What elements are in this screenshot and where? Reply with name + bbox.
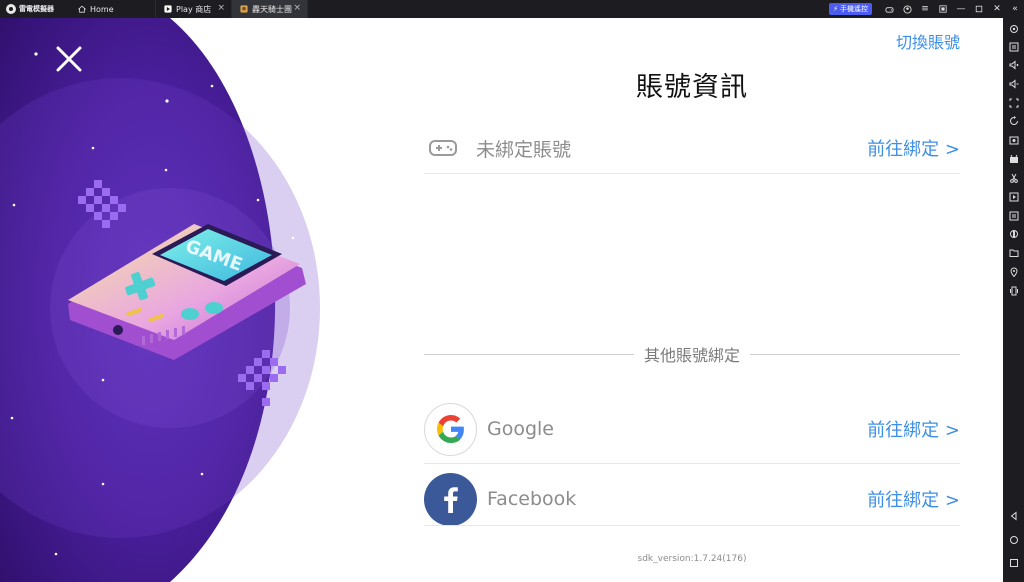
record-icon[interactable] [1007, 133, 1020, 146]
game-screen: GAME 切換賬號 賬號資訊 未綁定賬號 前往綁定 > 其他賬號綁定 Googl… [0, 18, 1003, 582]
folder-icon[interactable] [1007, 246, 1020, 259]
shake-icon[interactable] [1007, 284, 1020, 297]
phone-remote-button[interactable]: ⚡ 手機遙控 [829, 3, 872, 15]
tab-play-store[interactable]: Play 商店 × [156, 0, 232, 18]
provider-name: Google [487, 418, 555, 440]
pin-window-icon[interactable] [934, 0, 952, 18]
cut-icon[interactable] [1007, 171, 1020, 184]
sync-icon[interactable] [1007, 209, 1020, 222]
multi-instance-icon[interactable] [1007, 227, 1020, 240]
google-icon [424, 402, 477, 456]
divider [750, 353, 961, 355]
facebook-bind-link[interactable]: 前往綁定 > [867, 486, 960, 512]
window-controls: ⚡ 手機遙控 ≡ — ✕ « [829, 0, 1024, 18]
close-window-icon[interactable]: ✕ [988, 0, 1006, 18]
bind-account-link[interactable]: 前往綁定 > [867, 135, 960, 161]
location-icon[interactable] [1007, 265, 1020, 278]
tab-game[interactable]: 轟天騎士團 × [232, 0, 308, 18]
provider-name: Facebook [487, 488, 577, 510]
app-brand: 雷電模擬器 [0, 4, 70, 14]
unbound-account-row: 未綁定賬號 前往綁定 > [424, 124, 960, 172]
title-bar: 雷電模擬器 Home Play 商店 × 轟天騎士團 × ⚡ 手機遙控 ≡ — … [0, 0, 1024, 18]
gamepad-icon [428, 129, 466, 167]
ldplayer-logo-icon [6, 4, 16, 14]
emulator-toolbar [1003, 18, 1024, 582]
lightning-icon: ⚡ [833, 5, 838, 13]
collapse-sidebar-icon[interactable]: « [1006, 0, 1024, 18]
tab-label: 轟天騎士團 [252, 4, 292, 14]
phone-remote-label: 手機遙控 [840, 5, 868, 13]
volume-up-icon[interactable] [1007, 58, 1020, 71]
game-app-icon [240, 5, 248, 13]
other-binding-section-header: 其他賬號綁定 [424, 344, 961, 365]
minimize-icon[interactable]: — [952, 0, 970, 18]
gameboy-illustration: GAME [0, 18, 330, 582]
emulator-window: 雷電模擬器 Home Play 商店 × 轟天騎士團 × ⚡ 手機遙控 ≡ — … [0, 0, 1024, 582]
keyboard-icon[interactable] [1007, 40, 1020, 53]
divider [424, 353, 634, 355]
switch-account-link[interactable]: 切換賬號 [896, 29, 960, 53]
home-icon [78, 5, 86, 13]
facebook-bind-row[interactable]: Facebook 前往綁定 > [424, 472, 960, 526]
maximize-icon[interactable] [970, 0, 988, 18]
google-bind-link[interactable]: 前往綁定 > [867, 416, 960, 442]
back-icon[interactable] [1007, 509, 1020, 522]
home-nav-icon[interactable] [1007, 533, 1020, 546]
tab-label: Home [90, 4, 114, 14]
divider [424, 525, 960, 526]
sdk-version-text: sdk_version:1.7.24(176) [637, 554, 747, 564]
account-icon[interactable] [898, 0, 916, 18]
facebook-icon [424, 472, 477, 526]
other-binding-label: 其他賬號綁定 [644, 346, 741, 365]
divider [424, 173, 960, 174]
settings-icon[interactable] [1007, 22, 1020, 35]
tab-label: Play 商店 [176, 4, 212, 14]
apk-icon[interactable] [1007, 152, 1020, 165]
google-bind-row[interactable]: Google 前往綁定 > [424, 402, 960, 456]
play-store-icon [164, 5, 172, 13]
macro-icon[interactable] [1007, 190, 1020, 203]
page-title: 賬號資訊 [636, 72, 748, 103]
tab-close-icon[interactable]: × [217, 3, 225, 13]
tab-close-icon[interactable]: × [293, 3, 301, 13]
close-icon[interactable] [54, 44, 84, 74]
menu-icon[interactable]: ≡ [916, 0, 934, 18]
recent-apps-icon[interactable] [1007, 556, 1020, 569]
gamepad-small-icon[interactable] [880, 0, 898, 18]
app-brand-label: 雷電模擬器 [19, 5, 54, 13]
tab-home[interactable]: Home [70, 0, 156, 18]
rotate-icon[interactable] [1007, 114, 1020, 127]
divider [424, 463, 960, 464]
unbound-account-label: 未綁定賬號 [476, 138, 572, 161]
volume-down-icon[interactable] [1007, 77, 1020, 90]
screenshot-icon[interactable] [1007, 96, 1020, 109]
